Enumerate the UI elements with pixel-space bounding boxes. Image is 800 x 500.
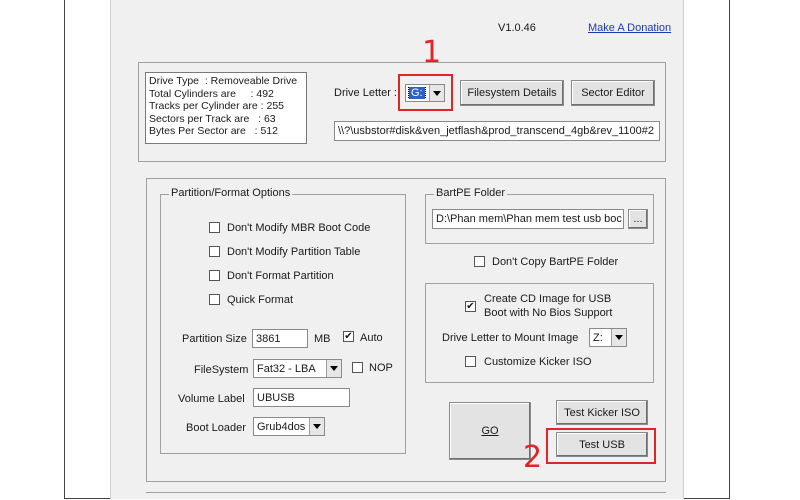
donate-link[interactable]: Make A Donation: [588, 22, 671, 34]
bottom-divider: [146, 492, 666, 493]
version-label: V1.0.46: [498, 22, 536, 34]
annotation-marker-1: 1: [422, 35, 442, 70]
highlight-drive-letter: [398, 74, 453, 111]
drive-info-box: Drive Type : Removeable Drive Total Cyli…: [145, 72, 307, 144]
device-path-field[interactable]: \\?\usbstor#disk&ven_jetflash&prod_trans…: [334, 121, 660, 141]
annotation-marker-2: 2: [523, 440, 543, 475]
sector-editor-button[interactable]: Sector Editor: [571, 80, 655, 106]
highlight-test-usb: [546, 428, 656, 464]
filesystem-details-button[interactable]: Filesystem Details: [460, 80, 564, 106]
drive-letter-label: Drive Letter :: [334, 87, 397, 99]
